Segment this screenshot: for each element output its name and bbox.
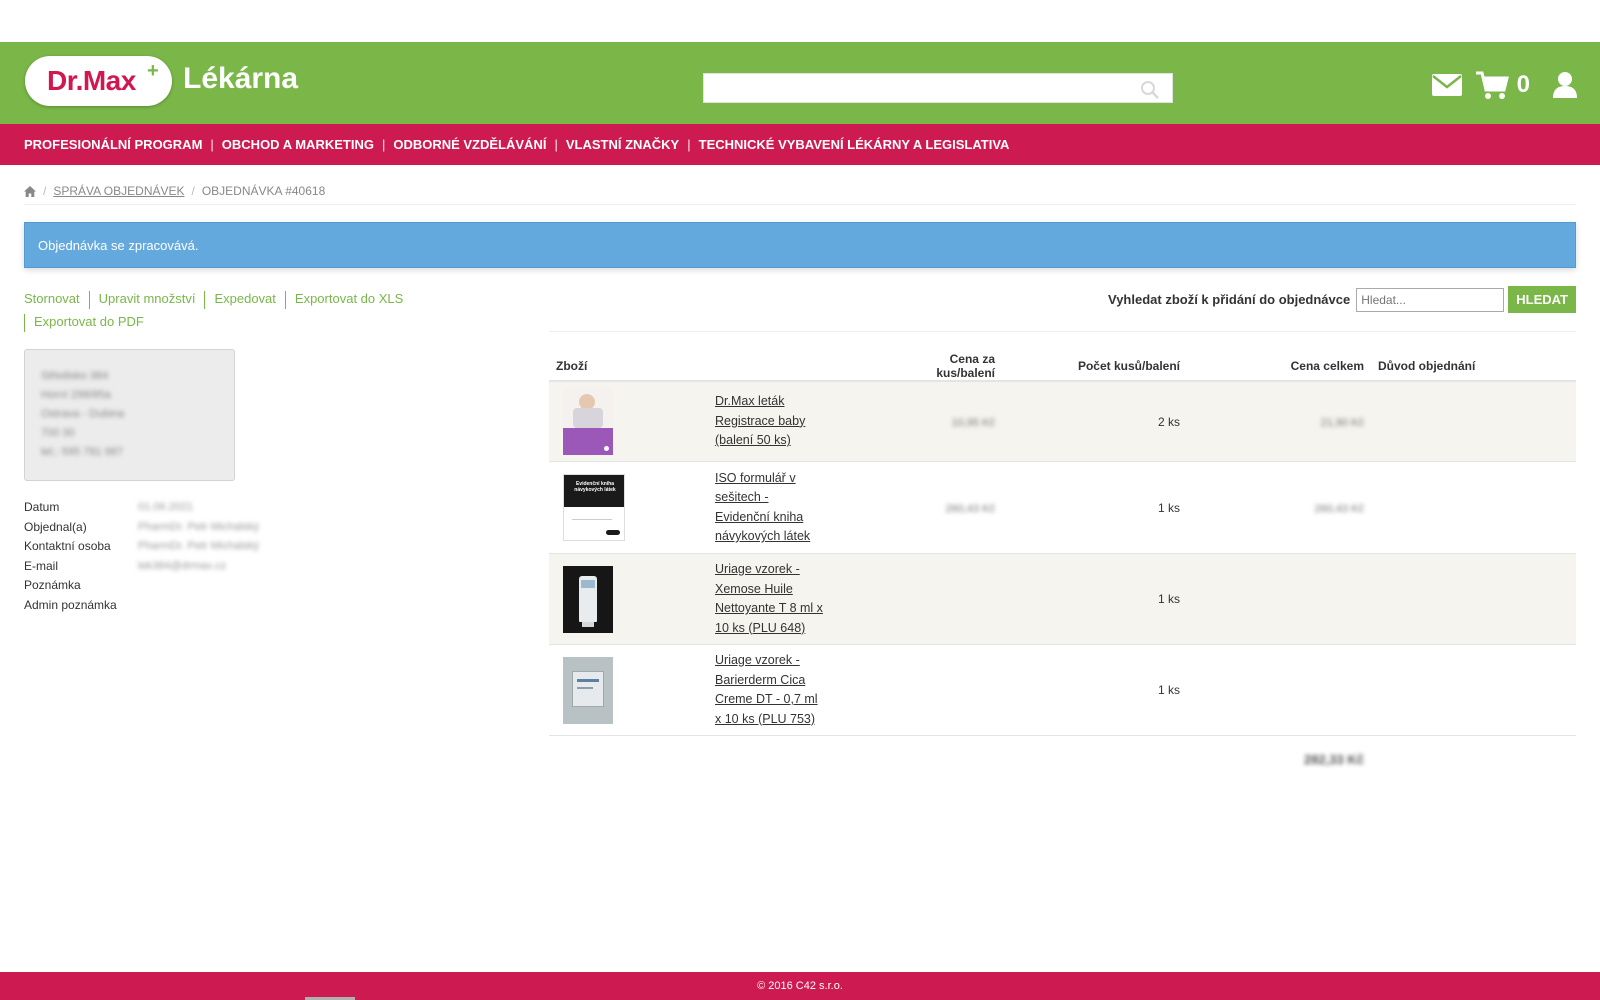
product-thumbnail[interactable]: Evidenční kniha návykových látek (563, 474, 625, 541)
ordered-by-value: PharmDr. Petr Michalský (138, 520, 260, 533)
breadcrumb-separator: / (43, 184, 47, 198)
logo-plus: + (147, 60, 159, 82)
edit-quantity-link[interactable]: Upravit množství (99, 291, 196, 306)
top-whitespace (0, 0, 1600, 42)
search-button[interactable]: HLEDAT (1508, 286, 1576, 313)
table-top-divider (549, 331, 1576, 332)
nav-item-own-brands[interactable]: VLASTNÍ ZNAČKY (566, 137, 679, 152)
header-unit-price: Cena za kus/balení (936, 352, 995, 380)
header-search-input[interactable] (704, 74, 1172, 102)
address-box: Středisko 384 Horní 298/85a Ostrava - Du… (24, 349, 235, 481)
breadcrumb-order-management[interactable]: SPRÁVA OBJEDNÁVEK (53, 184, 184, 198)
email-label: E-mail (24, 558, 59, 573)
address-line: Středisko 384 (41, 370, 109, 382)
logo[interactable]: Dr.Max + (25, 56, 172, 106)
logo-text: Dr.Max (47, 65, 136, 96)
site-header: Dr.Max + Lékárna 0 (0, 42, 1600, 124)
quantity: 1 ks (1157, 683, 1180, 697)
action-separator (88, 290, 90, 309)
table-header: Zboží Cena za kus/balení Počet kusů/bale… (549, 352, 1576, 382)
table-row: Evidenční kniha návykových látek ISO for… (549, 462, 1576, 554)
ordered-by-label: Objednal(a) (24, 519, 87, 534)
nav-item-professional-program[interactable]: PROFESIONÁLNÍ PROGRAM (24, 137, 202, 152)
product-thumbnail[interactable] (563, 565, 613, 633)
breadcrumb-separator: / (191, 184, 195, 198)
nav-separator: | (554, 137, 558, 152)
search-icon[interactable] (1140, 80, 1160, 100)
note-label: Poznámka (24, 578, 81, 592)
product-link[interactable]: Dr.Max leták Registrace baby (balení 50 … (715, 392, 825, 451)
address-line: tel.: 595 781 987 (41, 446, 123, 458)
product-thumbnail[interactable] (563, 656, 613, 724)
nav-item-technical-equipment[interactable]: TECHNICKÉ VYBAVENÍ LÉKÁRNY A LEGISLATIVA (699, 137, 1010, 152)
quantity: 1 ks (1157, 500, 1180, 515)
breadcrumb-divider (24, 204, 1576, 205)
add-product-input[interactable] (1356, 287, 1505, 312)
unit-price: 260,43 Kč (945, 502, 995, 515)
action-separator (204, 290, 206, 309)
email-value: lek384@drmax.cz (138, 559, 227, 572)
footer: © 2016 C42 s.r.o. (0, 972, 1600, 1000)
product-link[interactable]: ISO formulář v sešitech - Evidenční knih… (715, 469, 825, 547)
main-nav: PROFESIONÁLNÍ PROGRAM | OBCHOD A MARKETI… (0, 124, 1600, 165)
date-value: 01.06.2021 (138, 501, 194, 513)
home-icon[interactable] (24, 185, 36, 197)
cancel-order-link[interactable]: Stornovat (24, 291, 80, 306)
nav-separator: | (687, 137, 691, 152)
header-reason: Důvod objednání (1378, 359, 1476, 373)
header-icons: 0 (1431, 70, 1578, 100)
contact-value: PharmDr. Petr Michalský (138, 540, 260, 552)
admin-note-label: Admin poznámka (24, 597, 117, 612)
table-row: Dr.Max leták Registrace baby (balení 50 … (549, 382, 1576, 462)
row-total: 21,90 Kč (1320, 416, 1364, 429)
product-thumbnail[interactable] (563, 388, 613, 455)
export-pdf-link[interactable]: Exportovat do PDF (34, 314, 144, 329)
thumbnail-caption: Evidenční kniha návykových látek (574, 481, 616, 493)
product-link[interactable]: Uriage vzorek - Barierderm Cica Creme DT… (715, 651, 825, 729)
header-quantity: Počet kusů/balení (1077, 359, 1180, 373)
header-total: Cena celkem (1290, 359, 1364, 373)
action-separator (24, 313, 25, 332)
dispatch-link[interactable]: Expedovat (214, 291, 275, 306)
cart-icon[interactable] (1475, 70, 1509, 100)
export-xls-link[interactable]: Exportovat do XLS (295, 291, 403, 306)
header-product: Zboží (556, 359, 588, 373)
grand-total: 282,33 Kč (1304, 752, 1364, 767)
order-items-table: Zboží Cena za kus/balení Počet kusů/bale… (549, 352, 1576, 736)
nav-item-professional-education[interactable]: ODBORNÉ VZDĚLÁVÁNÍ (393, 137, 546, 152)
contact-label: Kontaktní osoba (24, 539, 111, 553)
address-line: 700 30 (41, 427, 75, 439)
nav-item-business-marketing[interactable]: OBCHOD A MARKETING (222, 137, 374, 152)
mail-icon[interactable] (1431, 73, 1463, 97)
breadcrumb-current: OBJEDNÁVKA #40618 (201, 184, 326, 198)
action-separator (284, 290, 286, 309)
breadcrumb: / SPRÁVA OBJEDNÁVEK / OBJEDNÁVKA #40618 (24, 184, 325, 198)
nav-separator: | (210, 137, 214, 152)
quantity: 2 ks (1157, 414, 1180, 429)
nav-separator: | (381, 137, 386, 152)
quantity: 1 ks (1157, 592, 1180, 606)
table-row: Uriage vzorek - Xemose Huile Nettoyante … (549, 554, 1576, 645)
unit-price: 10,95 Kč (951, 416, 995, 429)
table-row: Uriage vzorek - Barierderm Cica Creme DT… (549, 645, 1576, 736)
cart-count[interactable]: 0 (1517, 71, 1530, 99)
product-link[interactable]: Uriage vzorek - Xemose Huile Nettoyante … (715, 560, 825, 638)
date-label: Datum (24, 500, 60, 514)
status-alert: Objednávka se zpracovává. (24, 222, 1576, 268)
order-actions: Stornovat Upravit množství Expedovat Export… (24, 287, 444, 333)
user-icon[interactable] (1552, 71, 1578, 99)
add-product-search: Vyhledat zboží k přidání do objednávce H… (1108, 286, 1576, 313)
row-total: 260,43 Kč (1314, 502, 1364, 515)
address-line: Horní 298/85a (41, 389, 111, 401)
add-product-label: Vyhledat zboží k přidání do objednávce (1108, 292, 1351, 307)
address-line: Ostrava - Dubina (41, 408, 125, 420)
header-search (703, 73, 1173, 103)
brand-subtitle: Lékárna (183, 62, 299, 95)
order-info: Datum 01.06.2021 Objednal(a) PharmDr. Petr… (24, 498, 259, 615)
